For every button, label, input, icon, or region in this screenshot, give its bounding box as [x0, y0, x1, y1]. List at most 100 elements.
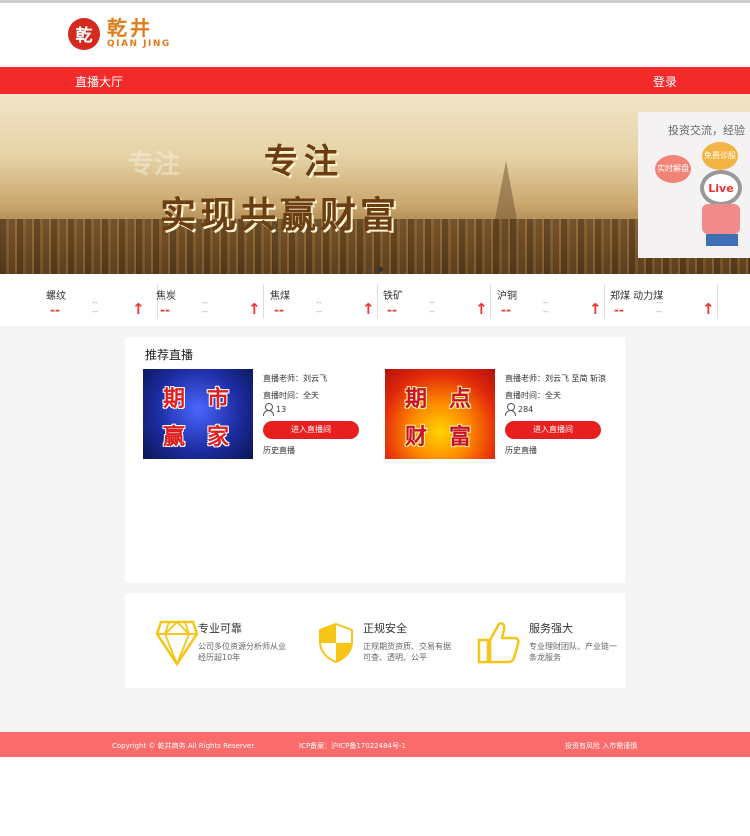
ticker-change: -- --	[429, 298, 435, 316]
ticker-name: 铁矿	[383, 291, 403, 302]
ticker-change: -- --	[202, 298, 208, 316]
site-logo[interactable]: 乾 乾井 QIAN JING	[68, 17, 171, 50]
site-header: 乾 乾井 QIAN JING	[0, 3, 750, 67]
ticker-price: --	[50, 303, 60, 317]
ticker-change: -- --	[656, 298, 662, 316]
diamond-icon	[155, 620, 199, 666]
market-ticker: 螺纹 -- -- -- ↑ 焦炭 -- -- -- ↑ 焦煤 -- -- -- ↑ 铁…	[0, 274, 750, 326]
content-area: 推荐直播 期 市 赢 家 直播老师：刘云飞 直播时间：全天 13 进入直播间 历…	[0, 326, 750, 732]
live-thumbnail[interactable]: 期 市 赢 家	[143, 369, 253, 459]
nav-login-link[interactable]: 登录	[653, 73, 677, 90]
thumb-char: 市	[207, 387, 230, 412]
banner-headline-2: 实现共赢财富	[160, 195, 401, 236]
up-arrow-icon: ↑	[132, 300, 145, 318]
footer-icp[interactable]: ICP备案：沪ICP备17022484号-1	[299, 741, 406, 751]
ticker-name: 焦炭	[156, 291, 176, 302]
ticker-name: 螺纹	[46, 291, 66, 302]
ticker-change: -- --	[316, 298, 322, 316]
ticker-divider	[263, 284, 264, 318]
panel-title: 推荐直播	[145, 348, 194, 362]
feature-title: 正规安全	[363, 622, 407, 635]
shield-icon	[319, 622, 353, 664]
feature-professional: 专业可靠 公司多位资源分析师从业经历超10年	[155, 618, 305, 668]
ticker-price: --	[501, 303, 511, 317]
feature-title: 专业可靠	[198, 622, 242, 635]
time-label: 直播时间：全天	[263, 391, 319, 400]
live-thumbnail[interactable]: 期 点 财 富	[385, 369, 495, 459]
user-icon	[505, 403, 516, 416]
live-magnifier-icon: Live	[700, 170, 742, 206]
feature-safety: 正规安全 正规期货资质、交易有据可查、透明、公平	[317, 618, 467, 668]
carousel-dot[interactable]	[367, 267, 372, 272]
viewer-count: 284	[505, 403, 533, 416]
carousel-dot-active[interactable]	[378, 267, 383, 272]
feature-desc: 专业理财团队、产业链一条龙服务	[529, 642, 617, 662]
live-card: 期 市 赢 家 直播老师：刘云飞 直播时间：全天 13 进入直播间 历史直播	[143, 369, 373, 461]
logo-name-cn: 乾井	[107, 16, 153, 40]
recommended-live-panel: 推荐直播 期 市 赢 家 直播老师：刘云飞 直播时间：全天 13 进入直播间 历…	[125, 337, 625, 583]
thumb-char: 期	[163, 387, 186, 412]
site-footer: Copyright © 乾井商务 All Rights Reserver. IC…	[0, 732, 750, 757]
up-arrow-icon: ↑	[362, 300, 375, 318]
ticker-divider	[377, 284, 378, 318]
ticker-price: --	[387, 303, 397, 317]
sleeve-icon	[706, 234, 738, 246]
hero-banner[interactable]: 专注 专注 实现共赢财富 投资交流，经验 实时解盘 免费诊股 Live	[0, 94, 750, 274]
ticker-divider	[717, 284, 718, 318]
features-panel: 专业可靠 公司多位资源分析师从业经历超10年 正规安全 正规期货资质、交易有据可…	[125, 593, 625, 688]
ticker-price: --	[274, 303, 284, 317]
live-card: 期 点 财 富 直播老师：刘云飞 至简 斩浪 直播时间：全天 284 进入直播间…	[385, 369, 615, 461]
ticker-name: 焦煤	[270, 291, 290, 302]
enter-live-room-button[interactable]: 进入直播间	[505, 421, 601, 439]
footer-copyright: Copyright © 乾井商务 All Rights Reserver.	[112, 742, 256, 750]
ticker-divider	[604, 284, 605, 318]
thumb-char: 期	[405, 387, 428, 412]
enter-live-room-button[interactable]: 进入直播间	[263, 421, 359, 439]
thumb-char: 家	[207, 425, 230, 450]
history-live-link[interactable]: 历史直播	[263, 445, 295, 456]
ticker-price: --	[614, 303, 624, 317]
ticker-item[interactable]: 焦煤 -- -- -- ↑	[270, 284, 378, 318]
up-arrow-icon: ↑	[475, 300, 488, 318]
up-arrow-icon: ↑	[702, 300, 715, 318]
thumb-char: 富	[449, 425, 472, 450]
ticker-price: --	[160, 303, 170, 317]
thumb-char: 财	[405, 425, 428, 450]
banner-side-text: 投资交流，经验	[668, 124, 745, 137]
feature-desc: 正规期货资质、交易有据可查、透明、公平	[363, 642, 451, 662]
footer-risk-notice: 投资有风险 入市需谨慎	[565, 742, 638, 750]
up-arrow-icon: ↑	[248, 300, 261, 318]
feature-service: 服务强大 专业理财团队、产业链一条龙服务	[477, 618, 627, 668]
carousel-dots	[0, 267, 750, 272]
thumb-char: 点	[449, 387, 472, 412]
realtime-analysis-bubble: 实时解盘	[655, 155, 691, 183]
ticker-item[interactable]: 沪铜 -- -- -- ↑	[497, 284, 605, 318]
ticker-item[interactable]: 铁矿 -- -- -- ↑	[383, 284, 491, 318]
user-icon	[263, 403, 274, 416]
logo-name-en: QIAN JING	[107, 39, 171, 49]
ticker-item[interactable]: 螺纹 -- -- -- ↑	[46, 284, 158, 318]
page-bottom-blank	[0, 757, 750, 835]
logo-mark-icon: 乾	[68, 17, 100, 50]
feature-desc: 公司多位资源分析师从业经历超10年	[198, 642, 286, 662]
hand-icon	[702, 204, 740, 234]
banner-side-slide: 投资交流，经验 实时解盘 免费诊股 Live	[638, 112, 750, 258]
main-nav: 直播大厅 登录	[0, 67, 750, 94]
logo-text: 乾井 QIAN JING	[107, 17, 171, 50]
ticker-item[interactable]: 焦炭 -- -- -- ↑	[156, 284, 264, 318]
ticker-change: -- --	[543, 298, 549, 316]
free-diagnosis-bubble: 免费诊股	[702, 142, 738, 170]
teacher-label: 直播老师：刘云飞	[263, 374, 327, 383]
time-label: 直播时间：全天	[505, 391, 561, 400]
ticker-item[interactable]: 郑煤 动力煤 -- -- -- ↑	[610, 284, 718, 318]
feature-title: 服务强大	[529, 622, 573, 635]
banner-headline-1: 专注	[264, 142, 344, 182]
ticker-name: 沪铜	[497, 291, 517, 302]
nav-live-hall-link[interactable]: 直播大厅	[75, 73, 123, 90]
up-arrow-icon: ↑	[589, 300, 602, 318]
ticker-divider	[490, 284, 491, 318]
teacher-label: 直播老师：刘云飞 至简 斩浪	[505, 374, 607, 383]
history-live-link[interactable]: 历史直播	[505, 445, 537, 456]
banner-ghost-text: 专注	[128, 150, 181, 180]
thumbs-up-icon	[477, 622, 520, 664]
